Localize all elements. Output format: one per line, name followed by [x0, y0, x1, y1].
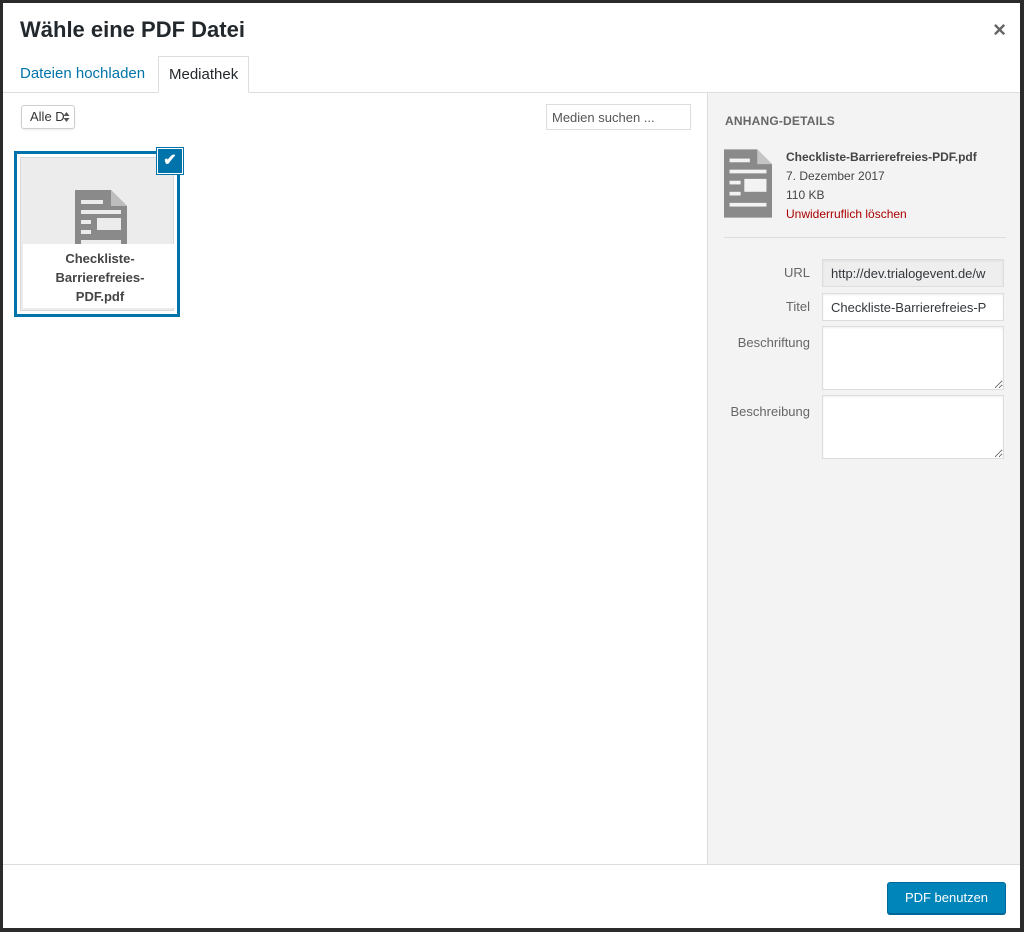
modal-footer: PDF benutzen	[3, 864, 1020, 928]
select-arrows-icon	[63, 106, 70, 136]
selected-check-icon[interactable]: ✔	[157, 148, 183, 174]
delete-permanently-link[interactable]: Unwiderruflich löschen	[786, 205, 977, 224]
attachment-info: Checkliste-Barrierefreies-PDF.pdf 7. Dez…	[786, 148, 977, 224]
tab-bar: Dateien hochladen Mediathek	[3, 56, 1020, 93]
tab-media-library[interactable]: Mediathek	[158, 56, 250, 93]
description-label: Beschreibung	[730, 404, 811, 419]
use-pdf-button[interactable]: PDF benutzen	[887, 882, 1006, 914]
attachment-filename: Checkliste- Barrierefreies- PDF.pdf	[23, 244, 177, 308]
caption-label: Beschriftung	[737, 335, 810, 350]
title-label: Titel	[785, 299, 810, 314]
file-size: 110 KB	[786, 188, 825, 202]
filename-line: Barrierefreies-	[55, 270, 145, 285]
divider	[724, 237, 1006, 238]
close-icon[interactable]: ×	[993, 19, 1006, 41]
modal-title: Wähle eine PDF Datei	[20, 17, 245, 42]
filter-select-value: Alle D	[30, 109, 65, 124]
sidebar-heading: Anhang-Details	[725, 114, 835, 128]
url-field[interactable]	[822, 259, 1004, 287]
description-field[interactable]	[822, 395, 1004, 459]
filename-line: PDF.pdf	[75, 289, 125, 304]
attachments-browser: Alle D Medien suchen ... Checkliste- Bar…	[3, 93, 707, 864]
media-filter-select[interactable]: Alle D	[21, 105, 75, 129]
media-search-input[interactable]	[546, 104, 691, 130]
upload-date: 7. Dezember 2017	[786, 169, 885, 183]
attachment-filename: Checkliste-Barrierefreies-PDF.pdf	[786, 150, 977, 164]
tab-upload-files[interactable]: Dateien hochladen	[10, 56, 155, 92]
media-modal: Wähle eine PDF Datei × Dateien hochladen…	[3, 3, 1020, 928]
caption-field[interactable]	[822, 326, 1004, 390]
title-field[interactable]	[822, 293, 1004, 321]
attachment-details-sidebar: Anhang-Details Checkliste-Barrierefreies…	[707, 93, 1020, 864]
filename-line: Checkliste-	[65, 251, 135, 266]
url-label: URL	[783, 265, 810, 280]
document-icon	[724, 149, 772, 223]
attachment-item[interactable]: Checkliste- Barrierefreies- PDF.pdf	[14, 151, 180, 317]
